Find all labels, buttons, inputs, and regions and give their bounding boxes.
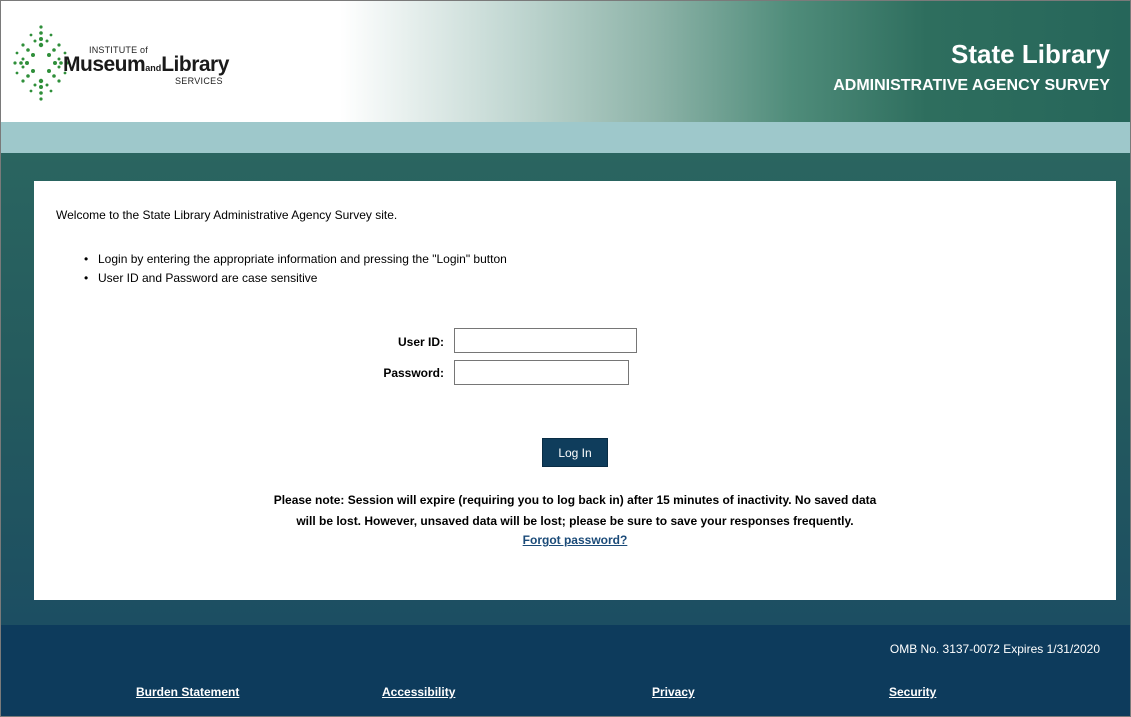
logo-and-text: and	[145, 63, 162, 73]
site-title: State Library	[951, 39, 1110, 69]
welcome-text: Welcome to the State Library Administrat…	[56, 208, 398, 222]
omb-number: OMB No. 3137-0072 Expires 1/31/2020	[889, 642, 1100, 656]
forgot-password-link[interactable]: Forgot password?	[523, 533, 628, 547]
privacy-link[interactable]: Privacy	[652, 685, 695, 699]
login-panel: Welcome to the State Library Administrat…	[34, 181, 1116, 600]
imls-logo[interactable]: INSTITUTE of MuseumandLibrary SERVICES	[11, 23, 251, 113]
session-note: Please note: Session will expire (requir…	[154, 490, 996, 532]
page: INSTITUTE of MuseumandLibrary SERVICES S…	[0, 0, 1131, 717]
login-button[interactable]: Log In	[542, 438, 608, 467]
footer-links: Burden Statement Accessibility Privacy S…	[1, 685, 1130, 705]
accessibility-link[interactable]: Accessibility	[382, 685, 455, 699]
site-subtitle: ADMINISTRATIVE AGENCY SURVEY	[833, 77, 1110, 94]
instructions-list: Login by entering the appropriate inform…	[84, 250, 507, 288]
user-id-input[interactable]	[454, 328, 637, 353]
forgot-password-row: Forgot password?	[34, 533, 1116, 547]
logo-wordmark: MuseumandLibrary	[63, 53, 229, 77]
site-footer: OMB No. 3137-0072 Expires 1/31/2020 Burd…	[1, 625, 1130, 716]
session-note-line: Please note: Session will expire (requir…	[273, 493, 877, 507]
logo-library-text: Library	[161, 53, 229, 76]
burden-statement-link[interactable]: Burden Statement	[136, 685, 239, 699]
site-header: INSTITUTE of MuseumandLibrary SERVICES S…	[1, 1, 1130, 122]
user-id-label: User ID:	[397, 335, 444, 349]
logo-museum-text: Museum	[63, 53, 146, 76]
starburst-logo-icon	[13, 25, 69, 101]
password-label: Password:	[383, 366, 444, 380]
security-link[interactable]: Security	[889, 685, 936, 699]
instruction-item: User ID and Password are case sensitive	[84, 269, 507, 288]
session-note-line: will be lost. However, unsaved data will…	[296, 514, 854, 528]
instruction-item: Login by entering the appropriate inform…	[84, 250, 507, 269]
logo-services-text: SERVICES	[175, 76, 223, 86]
password-input[interactable]	[454, 360, 629, 385]
nav-bar	[1, 122, 1130, 153]
